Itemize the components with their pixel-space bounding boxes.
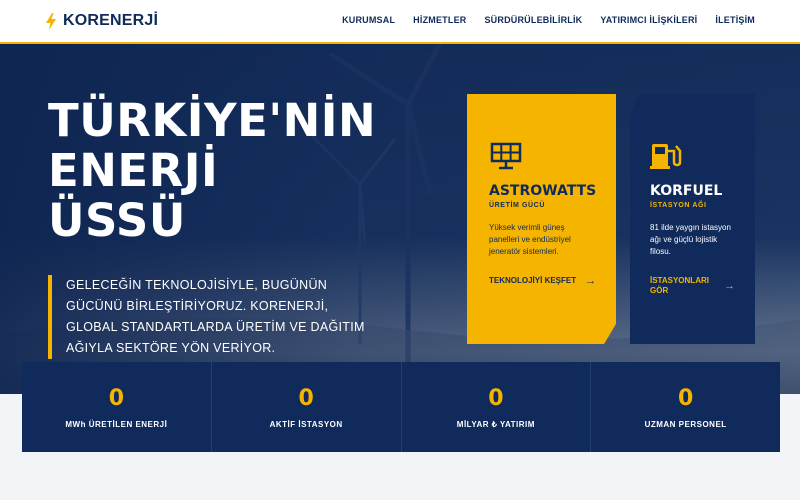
stats-bar: 0 MWh ÜRETİLEN ENERJİ 0 AKTİF İSTASYON 0… [22, 362, 780, 452]
hero-title-line: TÜRKİYE'NİN [48, 94, 377, 147]
teknolojiyi-kesfet-link[interactable]: TEKNOLOJİYİ KEŞFET → [489, 275, 596, 287]
stat-value: 0 [298, 385, 314, 411]
hero-section: TÜRKİYE'NİN ENERJİ ÜSSÜ GELECEĞİN TEKNOL… [0, 44, 800, 394]
card-link-label: İSTASYONLARI GÖR [650, 276, 709, 295]
logo-text: KORENERJİ [63, 12, 159, 29]
hero-description: GELECEĞİN TEKNOLOJİSİYLE, BUGÜNÜN GÜCÜNÜ… [48, 274, 378, 359]
stat-item: 0 AKTİF İSTASYON [212, 362, 402, 452]
nav-surdurulebilirlik[interactable]: SÜRDÜRÜLEBİLİRLİK [484, 15, 582, 25]
stat-label: AKTİF İSTASYON [269, 419, 343, 429]
stat-label: MWh ÜRETİLEN ENERJİ [65, 419, 168, 429]
card-title: ASTROWATTS [489, 183, 597, 199]
card-title: KORFUEL [650, 183, 723, 199]
stat-value: 0 [488, 385, 504, 411]
hero-title-line: ÜSSÜ [48, 194, 186, 247]
stat-item: 0 UZMAN PERSONEL [591, 362, 780, 452]
stat-label: MİLYAR ₺ YATIRIM [456, 419, 535, 429]
stat-label: UZMAN PERSONEL [644, 419, 727, 429]
logo[interactable]: KORENERJİ [45, 12, 158, 30]
astrowatts-card[interactable]: ASTROWATTS ÜRETİM GÜCÜ Yüksek verimli gü… [467, 94, 616, 344]
card-subtitle: İSTASYON AĞI [650, 202, 707, 209]
stat-value: 0 [677, 385, 694, 411]
site-header: KORENERJİ KURUMSAL HİZMETLER SÜRDÜRÜLEBİ… [0, 0, 800, 44]
hero-title: TÜRKİYE'NİN ENERJİ ÜSSÜ [48, 96, 376, 246]
main-nav: KURUMSAL HİZMETLER SÜRDÜRÜLEBİLİRLİK YAT… [342, 15, 755, 25]
stat-item: 0 MWh ÜRETİLEN ENERJİ [22, 362, 212, 452]
fuel-pump-icon [650, 144, 682, 169]
card-link-label: TEKNOLOJİYİ KEŞFET [489, 276, 577, 285]
nav-yatirimci-iliskileri[interactable]: YATIRIMCI İLİŞKİLERİ [600, 15, 697, 25]
arrow-right-icon: → [724, 280, 735, 292]
nav-hizmetler[interactable]: HİZMETLER [413, 15, 466, 25]
istasyonlari-gor-link[interactable]: İSTASYONLARI GÖR → [650, 276, 735, 296]
solar-panel-icon [490, 142, 522, 170]
nav-iletisim[interactable]: İLETİŞİM [715, 15, 755, 25]
nav-kurumsal[interactable]: KURUMSAL [342, 15, 395, 25]
lightning-bolt-icon [46, 12, 56, 30]
hero-title-line: ENERJİ [48, 144, 219, 197]
stat-item: 0 MİLYAR ₺ YATIRIM [402, 362, 592, 452]
korfuel-card[interactable]: KORFUEL İSTASYON AĞI 81 ilde yaygın ista… [630, 94, 755, 344]
card-subtitle: ÜRETİM GÜCÜ [489, 202, 545, 209]
card-description: Yüksek verimli güneş panelleri ve endüst… [489, 223, 571, 256]
stat-value: 0 [108, 385, 125, 411]
arrow-right-icon: → [585, 275, 596, 287]
card-description: 81 ilde yaygın istasyon ağı ve güçlü loj… [650, 223, 731, 256]
